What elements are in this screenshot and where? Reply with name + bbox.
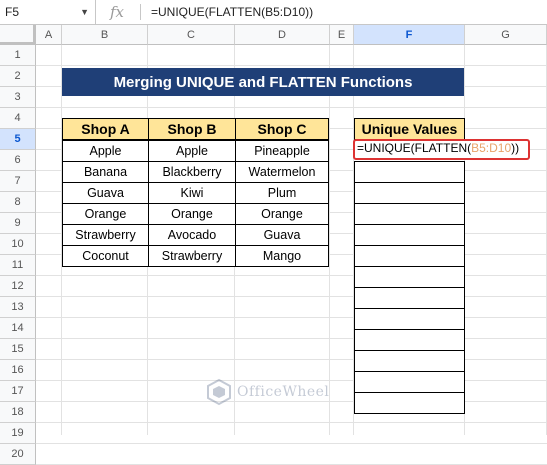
row-header-7[interactable]: 7 (0, 171, 36, 192)
name-box[interactable]: F5 ▼ (0, 0, 96, 24)
row-header-5[interactable]: 5 (0, 129, 36, 150)
table-cell[interactable]: Orange (235, 203, 329, 225)
active-formula-prefix: =UNIQUE(FLATTEN( (357, 141, 472, 155)
table-cell[interactable]: Pineapple (235, 140, 329, 162)
row-header-14[interactable]: 14 (0, 318, 36, 339)
unique-value-cell[interactable] (354, 245, 465, 267)
row-header-16[interactable]: 16 (0, 360, 36, 381)
unique-value-cell[interactable] (354, 371, 465, 393)
row-header-18[interactable]: 18 (0, 402, 36, 423)
row-header-6[interactable]: 6 (0, 150, 36, 171)
gridline-horizontal (36, 275, 547, 276)
formula-bar: F5 ▼ fx =UNIQUE(FLATTEN(B5:D10)) (0, 0, 547, 25)
row-header-19[interactable]: 19 (0, 423, 36, 444)
table-cell[interactable]: Banana (62, 161, 149, 183)
column-header-d[interactable]: D (235, 25, 330, 45)
column-header-b[interactable]: B (62, 25, 148, 45)
gridline-vertical (329, 45, 330, 435)
table-cell[interactable]: Guava (235, 224, 329, 246)
row-header-9[interactable]: 9 (0, 213, 36, 234)
gridline-horizontal (36, 359, 547, 360)
select-all-corner[interactable] (0, 25, 36, 45)
unique-value-cell[interactable] (354, 392, 465, 414)
fx-icon: fx (110, 3, 125, 21)
gridline-horizontal (36, 317, 547, 318)
row-header-10[interactable]: 10 (0, 234, 36, 255)
table-header-2: Shop B (148, 118, 236, 140)
chevron-down-icon[interactable]: ▼ (80, 0, 89, 24)
formula-bar-divider (140, 4, 141, 20)
column-header-a[interactable]: A (36, 25, 62, 45)
table-cell[interactable]: Mango (235, 245, 329, 267)
table-cell[interactable]: Apple (148, 140, 236, 162)
table-cell[interactable]: Apple (62, 140, 149, 162)
active-formula-suffix: )) (511, 141, 520, 155)
unique-value-cell[interactable] (354, 350, 465, 372)
table-cell[interactable]: Blackberry (148, 161, 236, 183)
name-box-value: F5 (5, 5, 20, 19)
unique-value-cell[interactable] (354, 308, 465, 330)
table-cell[interactable]: Orange (62, 203, 149, 225)
gridline-horizontal (36, 65, 547, 66)
table-cell[interactable]: Kiwi (148, 182, 236, 204)
unique-values-header: Unique Values (354, 118, 465, 140)
row-header-15[interactable]: 15 (0, 339, 36, 360)
table-cell[interactable]: Orange (148, 203, 236, 225)
row-header-1[interactable]: 1 (0, 45, 36, 66)
watermark: OfficeWheel (205, 378, 329, 406)
gridline-horizontal (36, 296, 547, 297)
column-header-f[interactable]: F (354, 25, 465, 45)
unique-value-cell[interactable] (354, 182, 465, 204)
unique-value-cell[interactable] (354, 287, 465, 309)
unique-value-cell[interactable] (354, 203, 465, 225)
table-cell[interactable]: Avocado (148, 224, 236, 246)
column-header-c[interactable]: C (148, 25, 235, 45)
unique-value-cell[interactable] (354, 224, 465, 246)
unique-value-cell[interactable] (354, 329, 465, 351)
table-cell[interactable]: Guava (62, 182, 149, 204)
table-cell[interactable]: Coconut (62, 245, 149, 267)
row-header-17[interactable]: 17 (0, 381, 36, 402)
row-header-3[interactable]: 3 (0, 87, 36, 108)
active-formula-range: B5:D10 (471, 141, 512, 155)
unique-value-cell[interactable] (354, 161, 465, 183)
watermark-text: OfficeWheel (237, 384, 330, 400)
table-cell[interactable]: Watermelon (235, 161, 329, 183)
table-cell[interactable]: Strawberry (62, 224, 149, 246)
active-cell-f5[interactable]: =UNIQUE(FLATTEN(B5:D10)) (353, 139, 530, 160)
gridline-horizontal (36, 422, 547, 423)
row-header-12[interactable]: 12 (0, 276, 36, 297)
column-header-g[interactable]: G (465, 25, 547, 45)
table-cell[interactable]: Plum (235, 182, 329, 204)
gridline-horizontal (36, 338, 547, 339)
row-header-20[interactable]: 20 (0, 444, 36, 465)
unique-value-cell[interactable] (354, 266, 465, 288)
table-cell[interactable]: Strawberry (148, 245, 236, 267)
table-header-3: Shop C (235, 118, 329, 140)
row-header-13[interactable]: 13 (0, 297, 36, 318)
column-header-e[interactable]: E (330, 25, 354, 45)
row-header-2[interactable]: 2 (0, 66, 36, 87)
row-header-4[interactable]: 4 (0, 108, 36, 129)
row-header-11[interactable]: 11 (0, 255, 36, 276)
table-header-1: Shop A (62, 118, 149, 140)
row-header-8[interactable]: 8 (0, 192, 36, 213)
formula-input[interactable]: =UNIQUE(FLATTEN(B5:D10)) (151, 0, 313, 24)
sheet-title: Merging UNIQUE and FLATTEN Functions (62, 68, 464, 96)
gridline-horizontal (36, 443, 547, 444)
officewheel-logo-icon (207, 378, 231, 406)
gridline-horizontal (36, 107, 547, 108)
